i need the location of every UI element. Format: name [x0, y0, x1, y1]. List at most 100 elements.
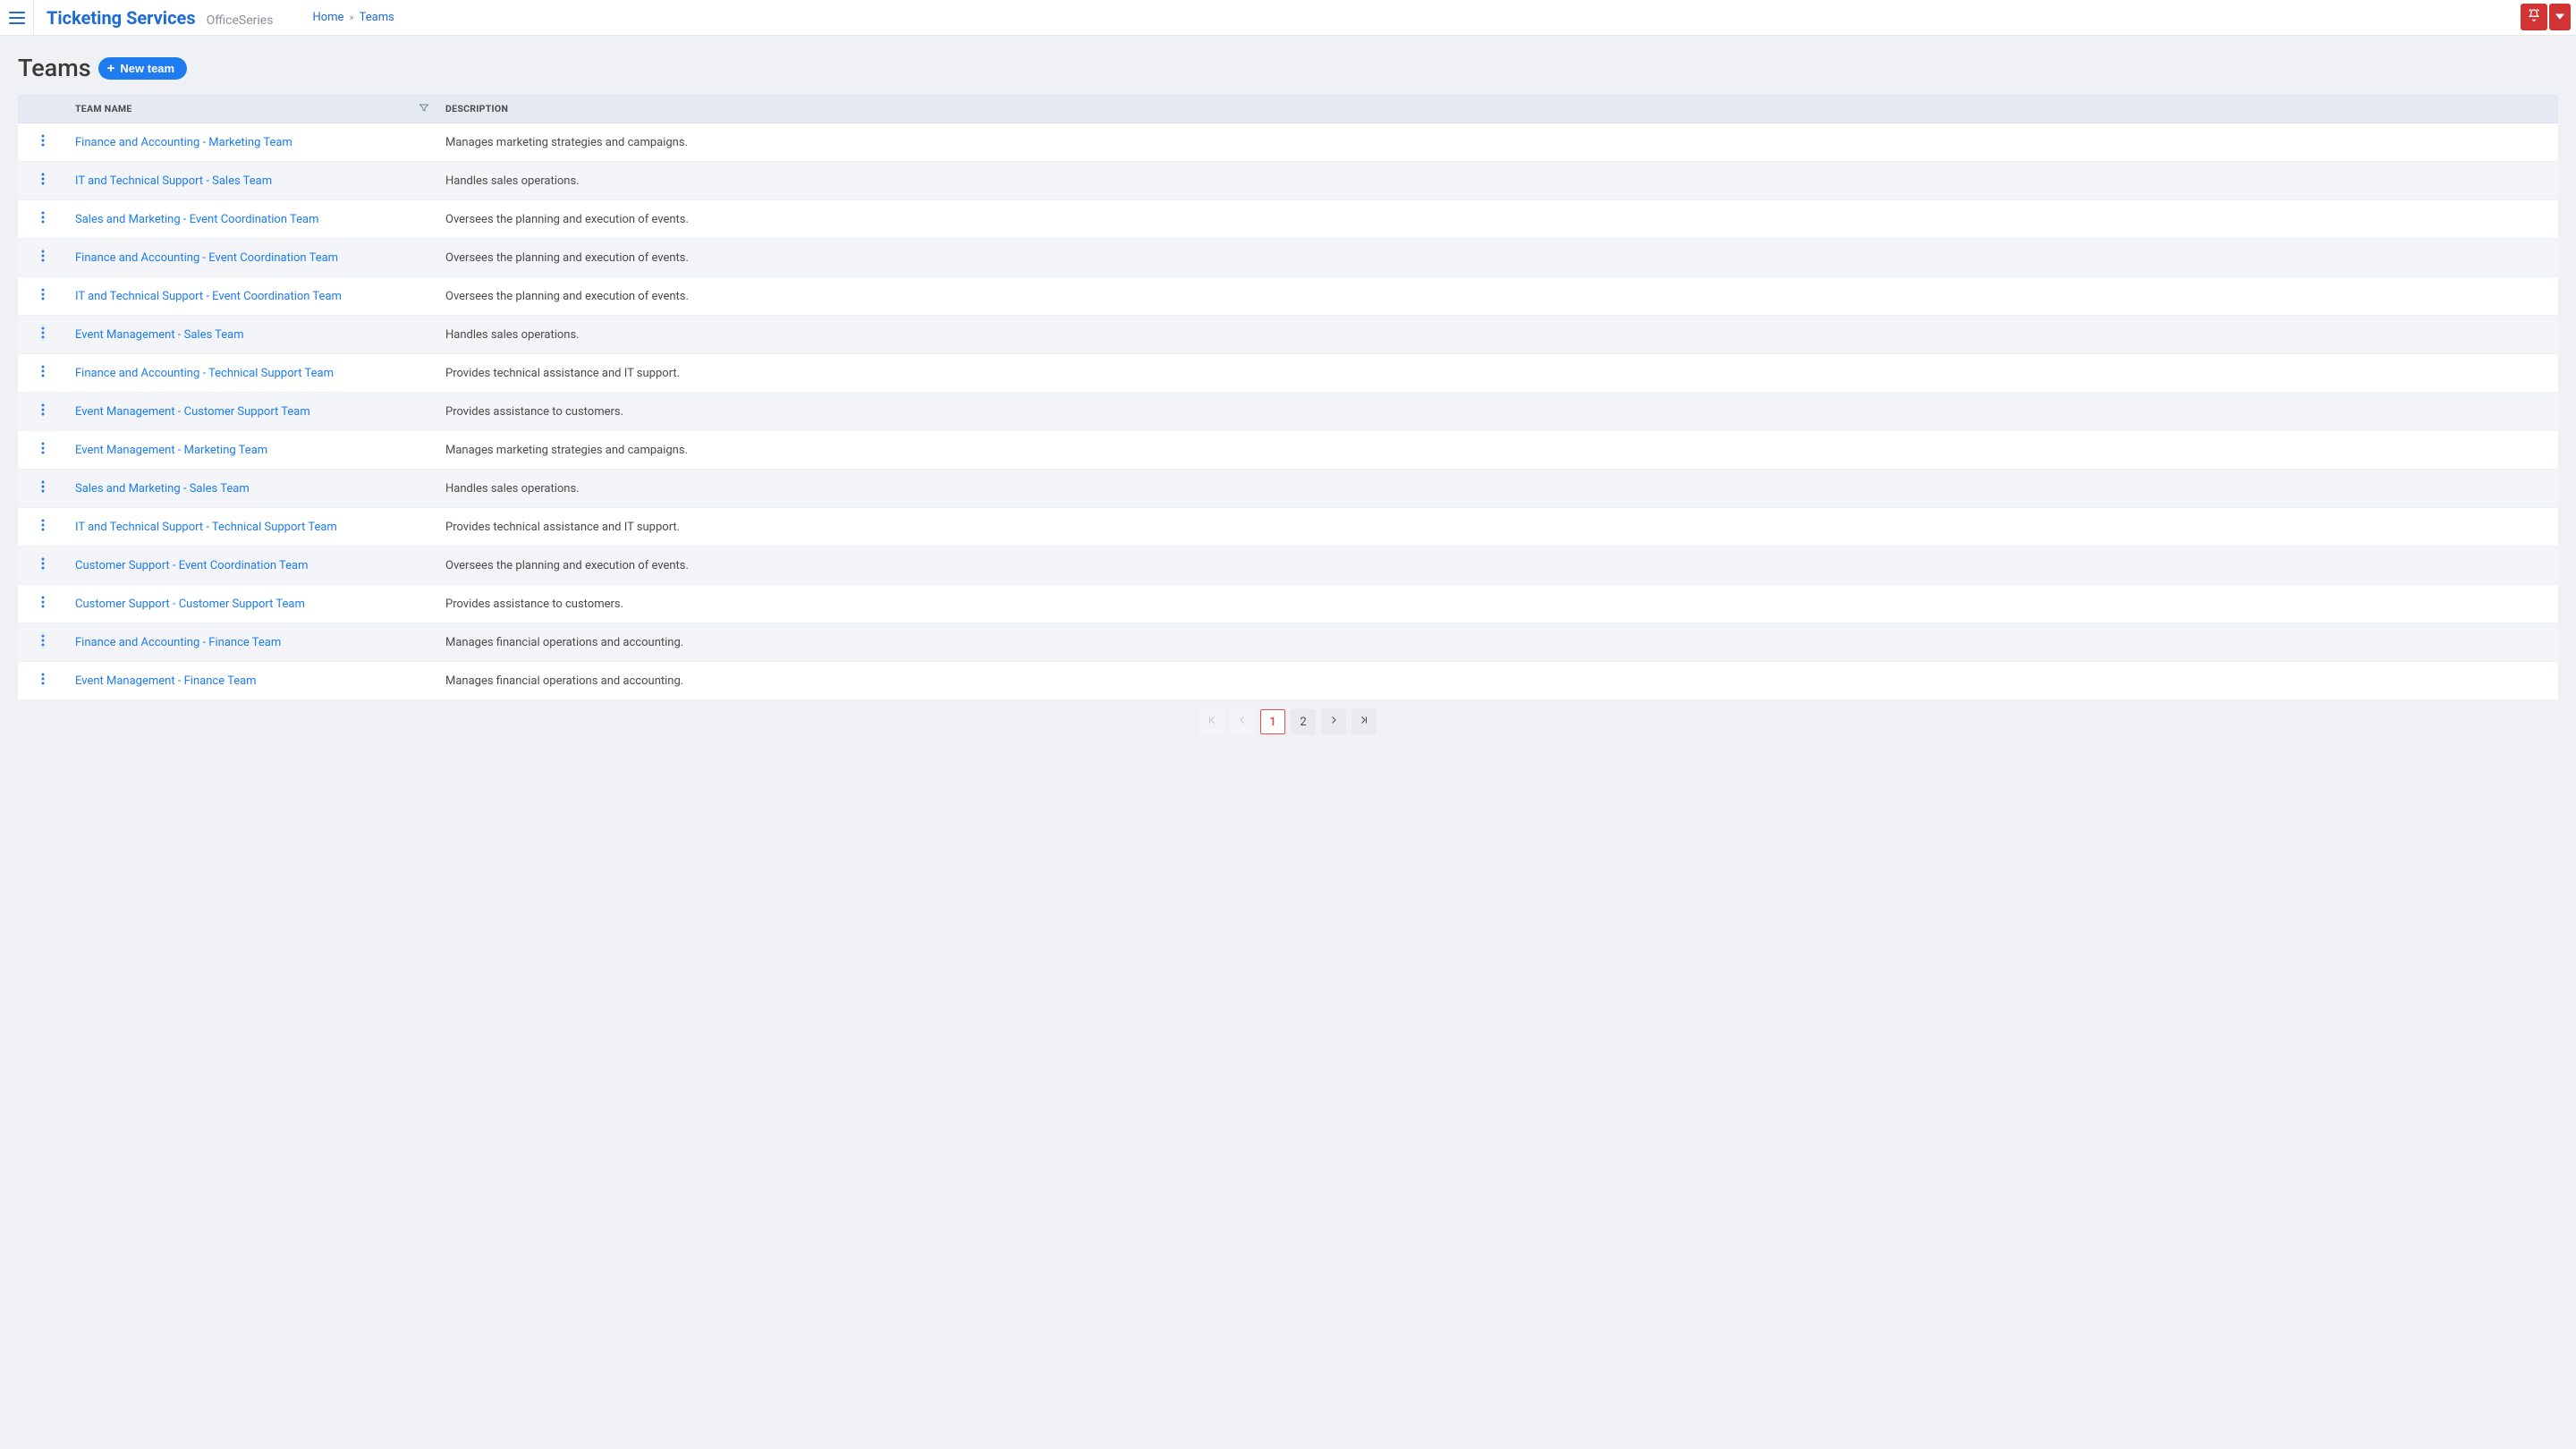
- table-row: Sales and Marketing - Sales TeamHandles …: [18, 470, 2558, 508]
- kebab-icon: [41, 403, 45, 419]
- page-content: Teams + New team TEAM NAME DESCRIPTION: [0, 36, 2576, 761]
- team-link[interactable]: Finance and Accounting - Technical Suppo…: [75, 367, 334, 380]
- row-menu-button[interactable]: [25, 596, 61, 612]
- team-link[interactable]: Customer Support - Event Coordination Te…: [75, 559, 309, 572]
- pagination-next[interactable]: [1321, 709, 1346, 734]
- table-row: Finance and Accounting - Event Coordinat…: [18, 239, 2558, 277]
- kebab-icon: [41, 211, 45, 227]
- team-description: Provides technical assistance and IT sup…: [438, 354, 2558, 393]
- kebab-icon: [41, 134, 45, 150]
- team-link[interactable]: Event Management - Sales Team: [75, 328, 244, 342]
- filter-icon[interactable]: [419, 102, 429, 115]
- row-menu-button[interactable]: [25, 288, 61, 304]
- row-menu-button[interactable]: [25, 673, 61, 689]
- team-link[interactable]: IT and Technical Support - Event Coordin…: [75, 290, 342, 303]
- team-description: Provides technical assistance and IT sup…: [438, 508, 2558, 547]
- row-menu-button[interactable]: [25, 442, 61, 458]
- chevron-first-icon: [1207, 715, 1217, 729]
- team-description: Oversees the planning and execution of e…: [438, 277, 2558, 316]
- chevron-right-icon: [1328, 715, 1339, 729]
- pagination-last[interactable]: [1352, 709, 1377, 734]
- team-link[interactable]: Sales and Marketing - Event Coordination…: [75, 213, 318, 226]
- kebab-icon: [41, 596, 45, 612]
- teams-table: TEAM NAME DESCRIPTION Finance and Accoun…: [18, 95, 2558, 700]
- chevron-last-icon: [1359, 715, 1369, 729]
- row-menu-button[interactable]: [25, 480, 61, 496]
- brand-title[interactable]: Ticketing Services: [47, 7, 196, 29]
- team-link[interactable]: Event Management - Marketing Team: [75, 444, 267, 457]
- table-row: Customer Support - Customer Support Team…: [18, 585, 2558, 623]
- team-link[interactable]: Customer Support - Customer Support Team: [75, 597, 305, 611]
- pagination-first: [1199, 709, 1224, 734]
- brand-sub: OfficeSeries: [207, 13, 274, 28]
- table-row: IT and Technical Support - Event Coordin…: [18, 277, 2558, 316]
- team-link[interactable]: Sales and Marketing - Sales Team: [75, 482, 250, 496]
- table-row: IT and Technical Support - Sales Team Han…: [18, 162, 2558, 200]
- plus-icon: +: [107, 62, 115, 75]
- team-link[interactable]: Event Management - Customer Support Team: [75, 405, 310, 419]
- table-row: Event Management - Sales TeamHandles sal…: [18, 316, 2558, 354]
- chevron-down-icon: [2555, 10, 2564, 24]
- breadcrumb-current[interactable]: Teams: [360, 11, 394, 24]
- kebab-icon: [41, 250, 45, 266]
- col-name-header-label: TEAM NAME: [75, 103, 132, 114]
- team-description: Manages marketing strategies and campaig…: [438, 123, 2558, 162]
- row-menu-button[interactable]: [25, 519, 61, 535]
- table-row: Event Management - Finance TeamManages f…: [18, 662, 2558, 700]
- new-team-button[interactable]: + New team: [98, 57, 187, 80]
- table-row: Finance and Accounting - Finance Team Man…: [18, 623, 2558, 662]
- topbar: Ticketing Services OfficeSeries Home » T…: [0, 0, 2576, 36]
- table-row: IT and Technical Support - Technical Sup…: [18, 508, 2558, 547]
- kebab-icon: [41, 480, 45, 496]
- kebab-icon: [41, 519, 45, 535]
- notifications-button[interactable]: [2521, 4, 2547, 30]
- team-link[interactable]: Event Management - Finance Team: [75, 674, 257, 688]
- kebab-icon: [41, 634, 45, 650]
- team-description: Oversees the planning and execution of e…: [438, 200, 2558, 239]
- hamburger-icon: [9, 12, 25, 24]
- pagination-page-2[interactable]: 2: [1291, 709, 1316, 734]
- team-link[interactable]: Finance and Accounting - Marketing Team: [75, 136, 292, 149]
- user-menu-button[interactable]: [2549, 4, 2571, 30]
- kebab-icon: [41, 442, 45, 458]
- team-link[interactable]: IT and Technical Support - Technical Sup…: [75, 521, 337, 534]
- team-description: Handles sales operations.: [438, 162, 2558, 200]
- col-description-header[interactable]: DESCRIPTION: [438, 95, 2558, 123]
- row-menu-button[interactable]: [25, 211, 61, 227]
- breadcrumb-sep-icon: »: [349, 12, 353, 23]
- team-link[interactable]: IT and Technical Support - Sales Team: [75, 174, 272, 188]
- row-menu-button[interactable]: [25, 403, 61, 419]
- pagination-page-1[interactable]: 1: [1260, 709, 1285, 734]
- team-link[interactable]: Finance and Accounting - Event Coordinat…: [75, 251, 338, 265]
- table-row: Event Management - Customer Support Team…: [18, 393, 2558, 431]
- team-description: Oversees the planning and execution of e…: [438, 547, 2558, 585]
- topbar-right: [2521, 4, 2571, 30]
- kebab-icon: [41, 288, 45, 304]
- team-description: Manages financial operations and account…: [438, 623, 2558, 662]
- team-description: Manages marketing strategies and campaig…: [438, 431, 2558, 470]
- row-menu-button[interactable]: [25, 250, 61, 266]
- row-menu-button[interactable]: [25, 326, 61, 343]
- team-description: Oversees the planning and execution of e…: [438, 239, 2558, 277]
- row-menu-button[interactable]: [25, 557, 61, 573]
- breadcrumb: Home » Teams: [285, 11, 394, 24]
- row-menu-button[interactable]: [25, 173, 61, 189]
- col-actions-header: [18, 95, 68, 123]
- chevron-left-icon: [1237, 715, 1248, 729]
- row-menu-button[interactable]: [25, 634, 61, 650]
- bell-alert-icon: [2527, 8, 2541, 26]
- kebab-icon: [41, 326, 45, 343]
- row-menu-button[interactable]: [25, 134, 61, 150]
- kebab-icon: [41, 557, 45, 573]
- team-link[interactable]: Finance and Accounting - Finance Team: [75, 636, 281, 649]
- table-row: Sales and Marketing - Event Coordination…: [18, 200, 2558, 239]
- team-description: Provides assistance to customers.: [438, 393, 2558, 431]
- pagination: 12: [18, 709, 2558, 734]
- breadcrumb-home[interactable]: Home: [312, 11, 343, 24]
- row-menu-button[interactable]: [25, 365, 61, 381]
- table-row: Finance and Accounting - Technical Suppo…: [18, 354, 2558, 393]
- page-header: Teams + New team: [18, 54, 2558, 82]
- col-name-header[interactable]: TEAM NAME: [68, 95, 438, 123]
- menu-toggle[interactable]: [0, 0, 34, 36]
- kebab-icon: [41, 673, 45, 689]
